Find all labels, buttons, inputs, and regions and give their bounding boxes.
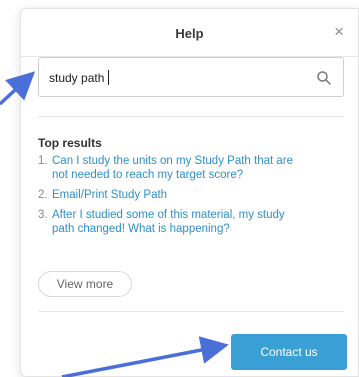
annotation-arrow xyxy=(61,336,229,377)
annotation-arrow xyxy=(0,71,36,106)
annotation-arrows xyxy=(0,71,229,377)
screenshot-stage: Help × Top results 1. Can I study the un… xyxy=(0,0,359,377)
